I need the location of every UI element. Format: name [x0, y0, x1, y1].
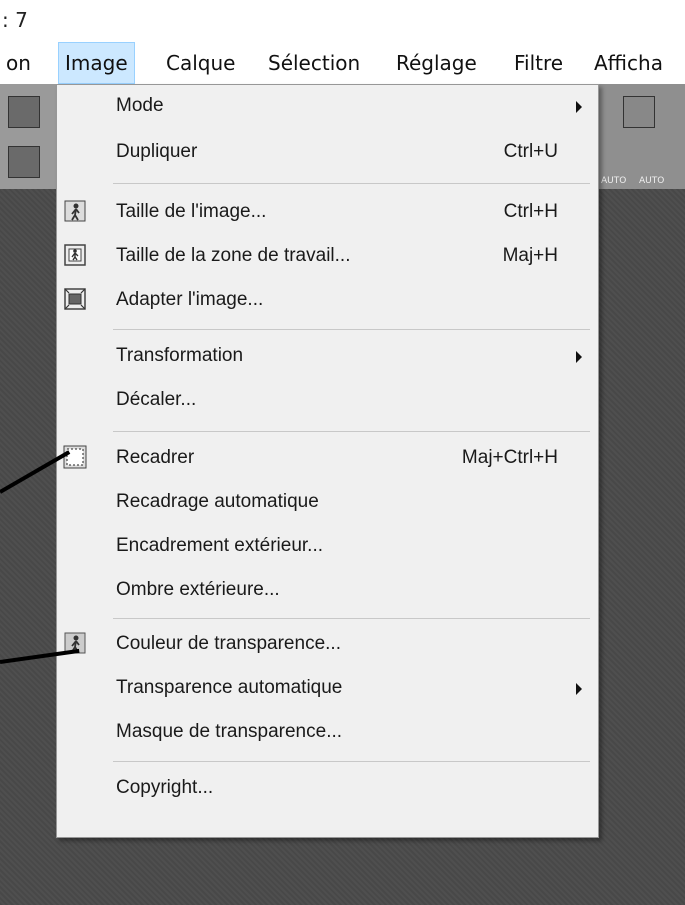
- menu-reglage[interactable]: Réglage: [390, 42, 483, 84]
- menu-item-mode[interactable]: Mode: [57, 85, 598, 129]
- submenu-arrow-icon: [576, 351, 582, 363]
- menu-item-adapter-image[interactable]: Adapter l'image...: [57, 279, 598, 323]
- menu-separator: [113, 431, 590, 432]
- menu-item-couleur-transparence[interactable]: Couleur de transparence...: [57, 623, 598, 667]
- image-menu-dropdown: Mode Dupliquer Ctrl+U Taille de l'image.…: [56, 84, 599, 838]
- menu-item-transparence-auto[interactable]: Transparence automatique: [57, 667, 598, 711]
- menu-separator: [113, 329, 590, 330]
- menu-item-taille-zone[interactable]: Taille de la zone de travail... Maj+H: [57, 235, 598, 279]
- menu-edition[interactable]: on: [0, 42, 37, 84]
- menu-item-dupliquer[interactable]: Dupliquer Ctrl+U: [57, 131, 598, 175]
- menu-item-masque-transparence[interactable]: Masque de transparence...: [57, 711, 598, 755]
- menu-item-recadrer[interactable]: Recadrer Maj+Ctrl+H: [57, 437, 598, 481]
- menu-item-shortcut: Ctrl+H: [503, 201, 558, 222]
- image-size-icon: [64, 200, 86, 222]
- menu-item-label: Taille de l'image...: [116, 201, 267, 222]
- submenu-arrow-icon: [576, 683, 582, 695]
- menu-item-shortcut: Maj+Ctrl+H: [461, 447, 558, 468]
- menu-item-decaler[interactable]: Décaler...: [57, 379, 598, 423]
- auto-label-2[interactable]: AUTO: [639, 176, 664, 186]
- menu-item-label: Recadrage automatique: [116, 491, 319, 512]
- menu-item-transformation[interactable]: Transformation: [57, 335, 598, 379]
- menu-item-label: Décaler...: [116, 389, 197, 410]
- window-title: : 7: [2, 8, 28, 32]
- menu-item-ombre[interactable]: Ombre extérieure...: [57, 569, 598, 613]
- menu-item-label: Transparence automatique: [116, 677, 343, 698]
- menu-separator: [113, 618, 590, 619]
- menu-separator: [113, 761, 590, 762]
- menu-item-shortcut: Maj+H: [502, 245, 558, 266]
- menu-item-label: Copyright...: [116, 777, 214, 798]
- menu-item-label: Masque de transparence...: [116, 721, 343, 742]
- menu-item-label: Transformation: [116, 345, 244, 366]
- menu-filtre[interactable]: Filtre: [508, 42, 569, 84]
- menu-item-shortcut: Ctrl+U: [503, 141, 558, 162]
- menu-item-label: Ombre extérieure...: [116, 579, 280, 600]
- menu-separator: [113, 183, 590, 184]
- menu-item-label: Encadrement extérieur...: [116, 535, 323, 556]
- menu-item-taille-image[interactable]: Taille de l'image... Ctrl+H: [57, 191, 598, 235]
- menu-item-copyright[interactable]: Copyright...: [57, 767, 598, 811]
- toolbar-left: [0, 84, 58, 189]
- title-bar: : 7: [0, 0, 685, 42]
- menu-item-label: Taille de la zone de travail...: [116, 245, 351, 266]
- canvas-size-icon: [64, 244, 86, 266]
- toolbar-right: AUTO AUTO: [595, 84, 685, 189]
- menu-item-label: Couleur de transparence...: [116, 633, 341, 654]
- menu-item-recadrage-auto[interactable]: Recadrage automatique: [57, 481, 598, 525]
- menu-calque[interactable]: Calque: [160, 42, 241, 84]
- menu-item-label: Recadrer: [116, 447, 195, 468]
- menu-item-encadrement[interactable]: Encadrement extérieur...: [57, 525, 598, 569]
- fit-image-icon: [64, 288, 86, 310]
- submenu-arrow-icon: [576, 101, 582, 113]
- menu-item-label: Adapter l'image...: [116, 289, 264, 310]
- menu-item-label: Mode: [116, 95, 164, 116]
- menu-item-label: Dupliquer: [116, 141, 198, 162]
- contrast-minus-icon[interactable]: [8, 146, 40, 178]
- frame-icon[interactable]: [623, 96, 655, 128]
- menu-affichage[interactable]: Afficha: [588, 42, 669, 84]
- crop-icon: [63, 445, 87, 469]
- menu-image[interactable]: Image: [58, 42, 135, 84]
- menu-selection[interactable]: Sélection: [262, 42, 366, 84]
- auto-label-1[interactable]: AUTO: [601, 176, 626, 186]
- save-icon[interactable]: [8, 96, 40, 128]
- menu-bar: on Image Calque Sélection Réglage Filtre…: [0, 42, 685, 85]
